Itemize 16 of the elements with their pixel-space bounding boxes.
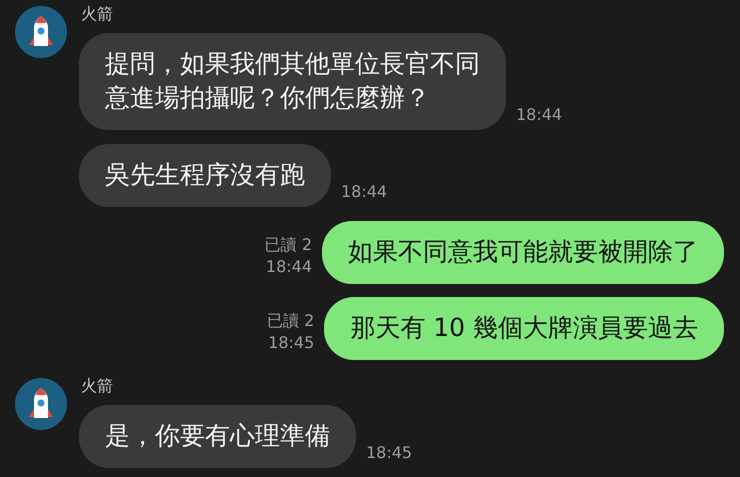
message-time: 18:44 xyxy=(516,105,562,126)
message-time: 18:45 xyxy=(268,332,314,354)
message-time: 18:45 xyxy=(366,443,412,464)
read-receipt: 已讀 2 xyxy=(264,234,312,256)
message-time: 18:44 xyxy=(341,182,388,203)
message-bubble: 提問，如果我們其他單位長官不同意進場拍攝呢？你們怎麼辦？ xyxy=(79,33,506,130)
sender-name: 火箭 xyxy=(81,376,114,396)
rocket-avatar-icon[interactable] xyxy=(15,378,67,430)
message-bubble: 那天有 10 幾個大牌演員要過去 xyxy=(324,297,724,360)
message-bubble: 是，你要有心理準備 xyxy=(79,405,356,468)
message-bubble: 吳先生程序沒有跑 xyxy=(79,144,331,207)
message-bubble: 如果不同意我可能就要被開除了 xyxy=(322,221,724,284)
rocket-avatar-icon[interactable] xyxy=(15,6,67,58)
message-time: 18:44 xyxy=(266,256,312,278)
read-receipt: 已讀 2 xyxy=(267,310,314,332)
sender-name: 火箭 xyxy=(81,4,114,24)
